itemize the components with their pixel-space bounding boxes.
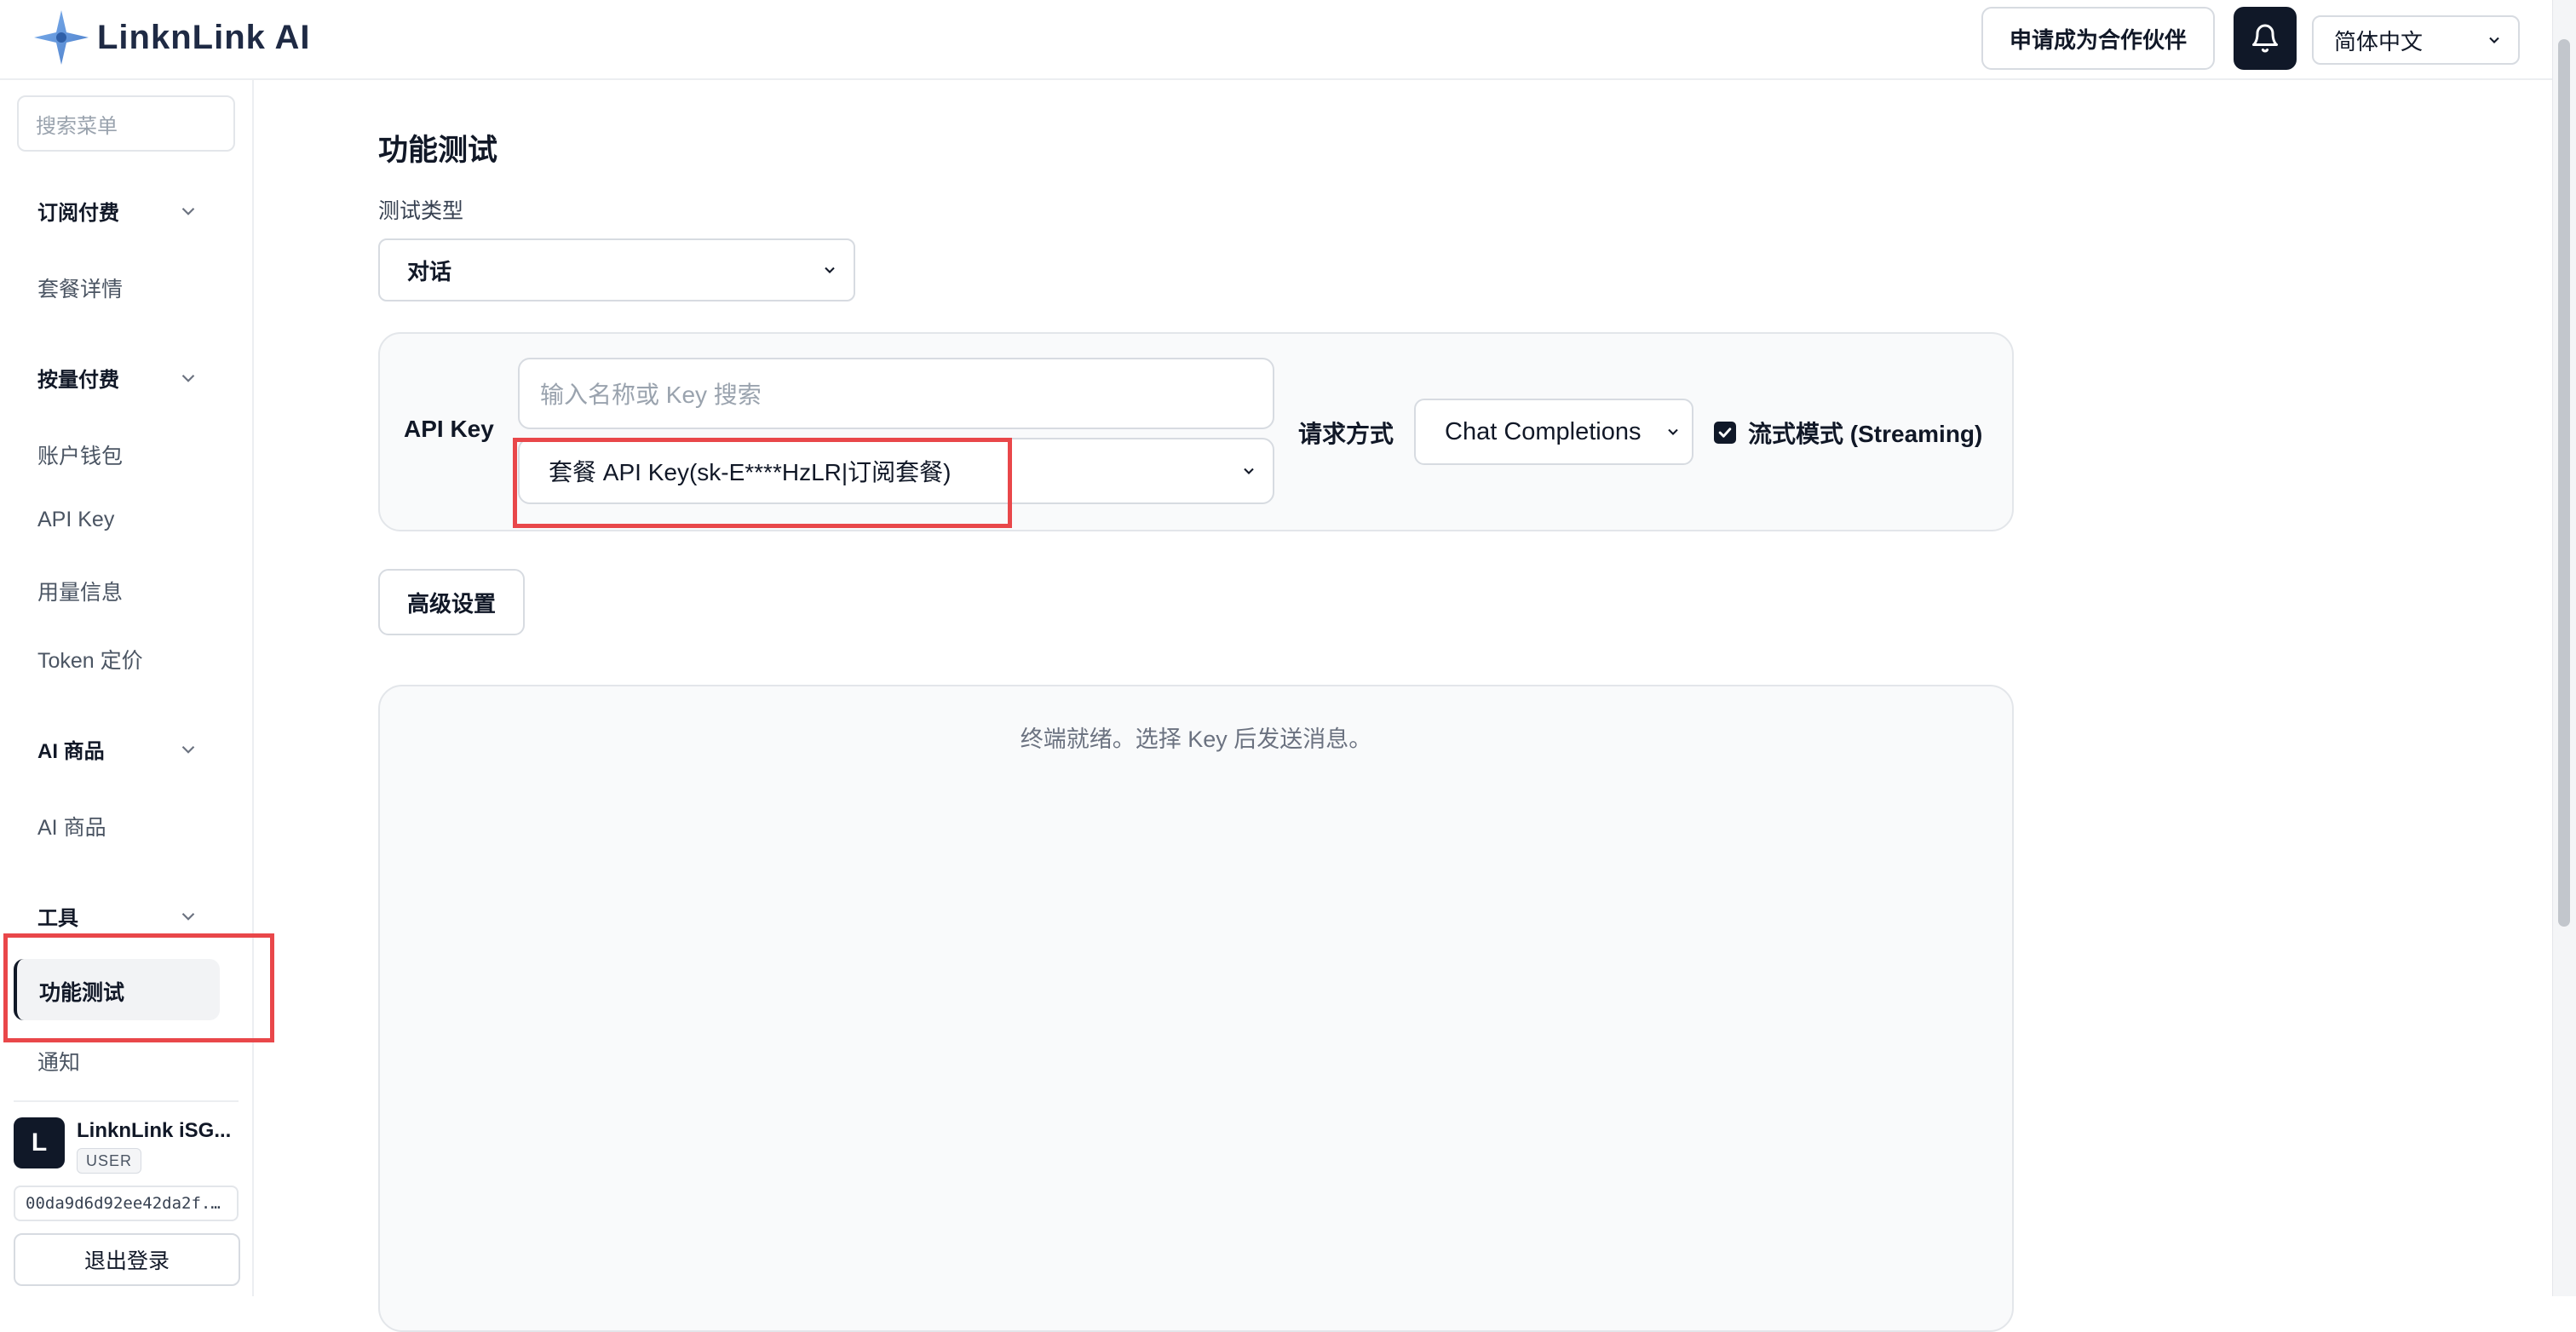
test-type-value: 对话 [407,258,452,284]
chevron-down-icon [2489,37,2499,43]
user-role-badge: USER [77,1148,142,1174]
sidebar-item-ai-products[interactable]: AI 商品 [37,811,106,841]
sidebar-item-usage[interactable]: 用量信息 [37,576,123,606]
notifications-button[interactable] [2234,7,2297,70]
page-title: 功能测试 [378,134,498,167]
brand-logo[interactable]: LinknLink AI [31,7,311,68]
chevron-down-icon [1244,468,1254,474]
sidebar-divider [14,1100,239,1102]
sparkle-logo-icon [34,10,89,65]
sidebar-group-label: 订阅付费 [37,202,119,225]
sidebar-item-wallet[interactable]: 账户钱包 [37,439,123,470]
chevron-down-icon [181,207,195,215]
streaming-checkbox[interactable] [1714,422,1736,444]
sidebar-group-ai-products[interactable]: AI 商品 [37,734,199,764]
sidebar-group-tools[interactable]: 工具 [37,901,199,931]
sidebar: 搜索菜单 订阅付费 套餐详情 按量付费 账户钱包 API Key 用量信息 To… [0,80,254,1296]
brand-name: LinknLink AI [97,18,311,56]
key-search-input[interactable]: 输入名称或 Key 搜索 [518,358,1274,429]
page-scrollbar[interactable] [2552,0,2576,1296]
terminal-status-text: 终端就绪。选择 Key 后发送消息。 [1020,726,1372,752]
sidebar-item-notifications[interactable]: 通知 [37,1046,80,1077]
apply-partner-button[interactable]: 申请成为合作伙伴 [1981,7,2215,70]
api-key-selected-value: 套餐 API Key(sk-E****HzLR|订阅套餐) [549,459,952,485]
chevron-down-icon [1668,428,1678,435]
chevron-down-icon [181,912,195,921]
check-icon [1718,428,1732,438]
user-id-field[interactable]: 00da9d6d92ee42da2f... [14,1186,239,1221]
logout-button[interactable]: 退出登录 [14,1233,240,1286]
request-method-label: 请求方式 [1298,421,1394,447]
streaming-label: 流式模式 (Streaming) [1748,421,1983,447]
sidebar-item-api-key[interactable]: API Key [37,508,114,532]
request-method-select[interactable]: Chat Completions [1414,399,1693,465]
sidebar-group-label: AI 商品 [37,740,105,763]
api-key-label: API Key [404,416,494,442]
top-bar: LinknLink AI 申请成为合作伙伴 简体中文 [0,0,2556,80]
scrollbar-thumb[interactable] [2558,39,2570,927]
sidebar-item-plan-details[interactable]: 套餐详情 [37,273,123,303]
user-name: LinknLink iSG... [77,1119,232,1142]
chevron-down-icon [181,374,195,382]
menu-search-input[interactable]: 搜索菜单 [17,95,235,152]
terminal-output: 终端就绪。选择 Key 后发送消息。 [378,685,2014,1332]
test-type-label: 测试类型 [378,199,464,223]
sidebar-group-pay-as-you-go[interactable]: 按量付费 [37,363,199,393]
sidebar-item-label: 功能测试 [39,981,125,1005]
language-select[interactable]: 简体中文 [2312,15,2520,65]
sidebar-group-label: 工具 [37,907,78,930]
request-method-value: Chat Completions [1445,417,1642,445]
bell-icon [2252,24,2278,53]
test-type-select[interactable]: 对话 [378,238,855,301]
sidebar-group-subscription[interactable]: 订阅付费 [37,196,199,226]
advanced-settings-button[interactable]: 高级设置 [378,569,525,635]
sidebar-item-feature-test[interactable]: 功能测试 [14,959,220,1020]
sidebar-item-token-pricing[interactable]: Token 定价 [37,644,143,675]
chevron-down-icon [825,267,835,273]
chevron-down-icon [181,745,195,754]
sidebar-group-label: 按量付费 [37,369,119,392]
avatar: L [14,1117,65,1168]
streaming-toggle[interactable]: 流式模式 (Streaming) [1714,416,1982,450]
api-key-select[interactable]: 套餐 API Key(sk-E****HzLR|订阅套餐) [518,438,1274,504]
language-value: 简体中文 [2334,28,2424,55]
